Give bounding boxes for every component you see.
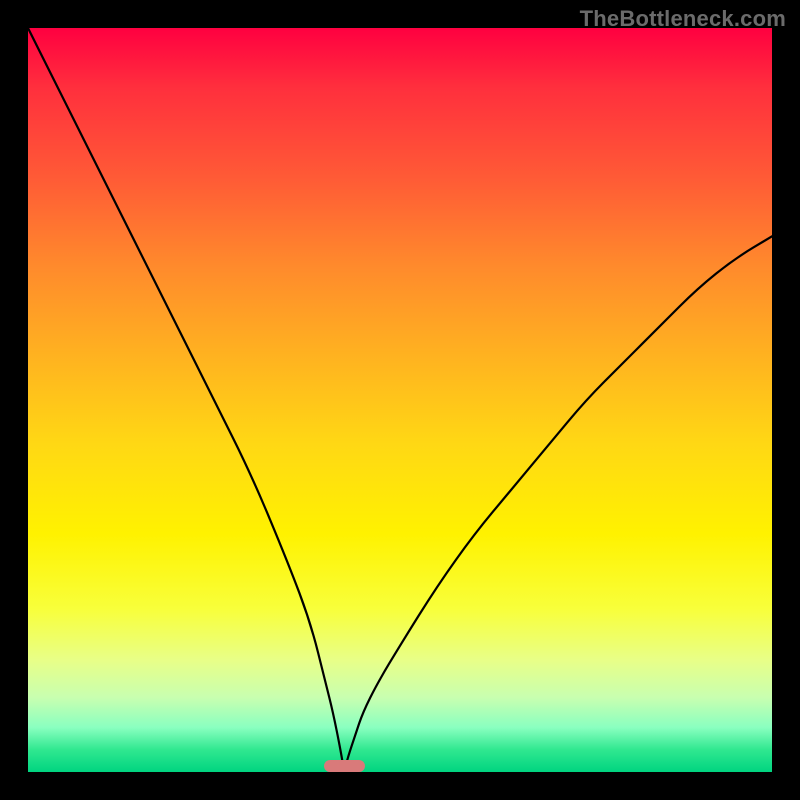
bottleneck-curve <box>28 28 772 772</box>
chart-frame: TheBottleneck.com <box>0 0 800 800</box>
optimal-marker <box>324 760 365 772</box>
watermark-text: TheBottleneck.com <box>580 6 786 32</box>
plot-area <box>28 28 772 772</box>
